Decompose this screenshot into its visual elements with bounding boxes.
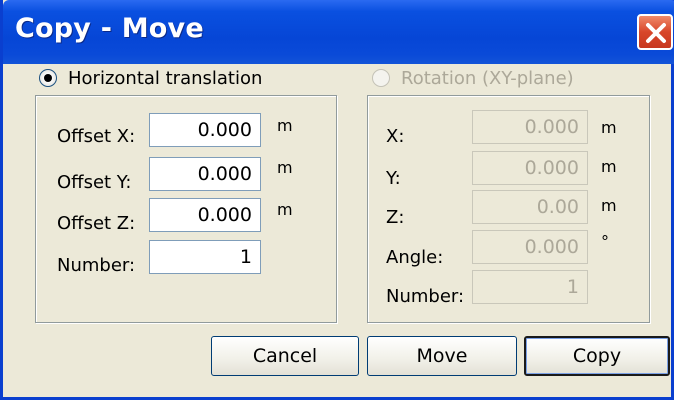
horizontal-translation-radio[interactable] [39,69,57,87]
rotation-z-unit: m [601,196,617,215]
rotation-z-input[interactable]: 0.00 [472,190,588,224]
angle-input[interactable]: 0.000 [472,230,588,264]
offset-y-input[interactable]: 0.000 [149,157,261,191]
offset-y-unit: m [277,158,293,177]
window-title: Copy - Move [15,13,204,44]
cancel-button[interactable]: Cancel [211,336,359,376]
rotation-number-label: Number: [386,286,465,307]
offset-z-input[interactable]: 0.000 [149,198,261,232]
close-icon [646,23,666,43]
rotation-radio[interactable] [372,69,390,87]
offset-x-label: Offset X: [57,126,136,147]
rotation-x-label: X: [386,126,405,147]
rotation-y-label: Y: [386,168,401,189]
offset-z-label: Offset Z: [57,213,136,234]
number-label: Number: [57,255,136,276]
rotation-label: Rotation (XY-plane) [401,67,574,89]
rotation-x-input[interactable]: 0.000 [472,110,588,144]
title-bar[interactable]: Copy - Move [3,0,674,64]
rotation-y-unit: m [601,157,617,176]
rotation-x-unit: m [601,118,617,137]
offset-x-input[interactable]: 0.000 [149,113,261,147]
angle-label: Angle: [386,247,444,268]
degree-unit: ° [601,232,609,251]
rotation-option[interactable]: Rotation (XY-plane) [372,66,574,90]
copy-move-dialog: Copy - Move Horizontal translation Offse… [0,0,674,400]
rotation-z-label: Z: [386,207,405,228]
horizontal-translation-label: Horizontal translation [68,67,263,89]
number-input[interactable]: 1 [149,240,261,274]
rotation-y-input[interactable]: 0.000 [472,151,588,185]
offset-y-label: Offset Y: [57,172,132,193]
offset-z-unit: m [277,200,293,219]
close-button[interactable] [637,14,673,50]
move-button[interactable]: Move [367,336,517,376]
horizontal-translation-option[interactable]: Horizontal translation [39,66,262,90]
copy-button[interactable]: Copy [524,336,670,376]
offset-x-unit: m [277,116,293,135]
rotation-number-input[interactable]: 1 [472,270,588,304]
